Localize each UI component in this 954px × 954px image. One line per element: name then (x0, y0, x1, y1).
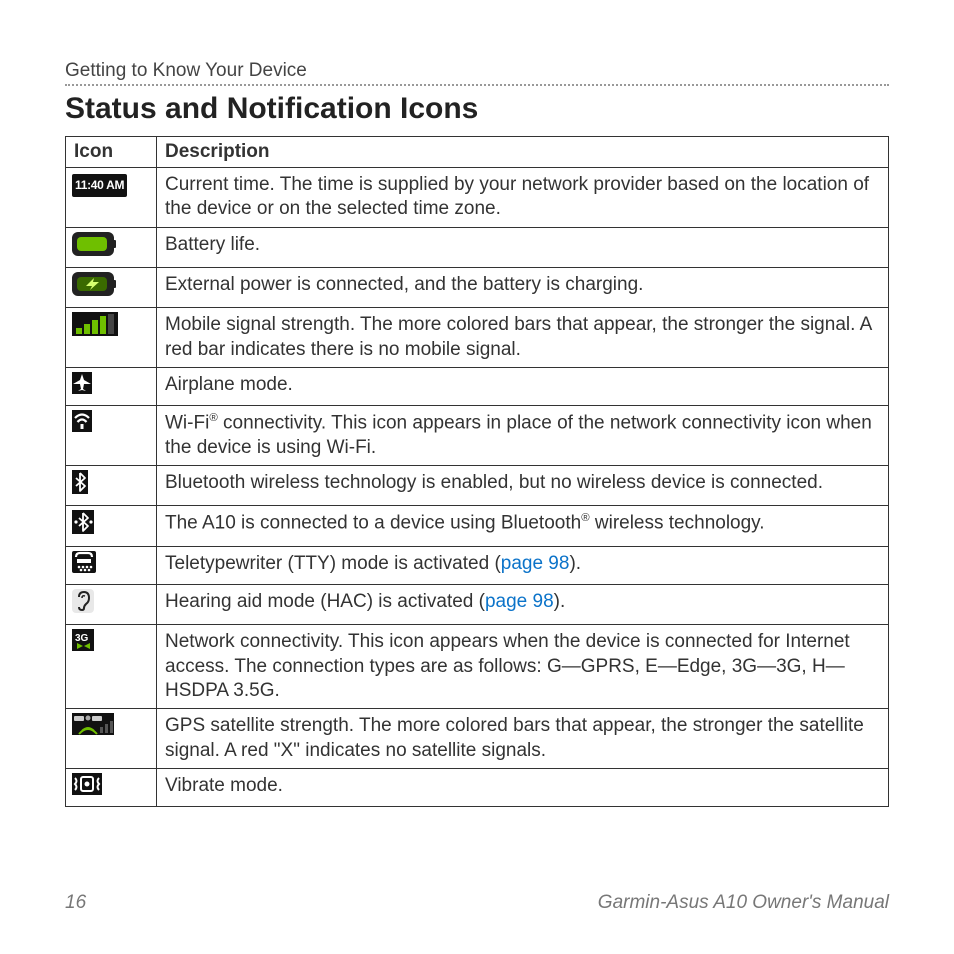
wifi-icon (72, 410, 92, 432)
table-row: 11:40 AM Current time. The time is suppli… (66, 168, 889, 228)
time-icon: 11:40 AM (72, 174, 127, 197)
icon-cell (66, 709, 157, 769)
gps-satellite-icon (72, 713, 114, 735)
divider (65, 84, 889, 86)
icon-cell (66, 546, 157, 584)
manual-page: Getting to Know Your Device Status and N… (0, 0, 954, 954)
icon-cell (66, 768, 157, 806)
description-cell: Teletypewriter (TTY) mode is activated (… (157, 546, 889, 584)
battery-charging-icon (72, 272, 118, 296)
description-cell: Battery life. (157, 227, 889, 267)
table-row: External power is connected, and the bat… (66, 267, 889, 307)
table-row: Mobile signal strength. The more colored… (66, 308, 889, 368)
icon-cell (66, 227, 157, 267)
breadcrumb: Getting to Know Your Device (65, 60, 889, 82)
col-icon: Icon (66, 137, 157, 168)
tty-icon (72, 551, 96, 573)
page-link[interactable]: page 98 (485, 591, 554, 612)
page-link[interactable]: page 98 (501, 553, 570, 574)
description-cell: Hearing aid mode (HAC) is activated (pag… (157, 585, 889, 625)
description-cell: GPS satellite strength. The more colored… (157, 709, 889, 769)
table-row: Airplane mode. (66, 367, 889, 405)
network-3g-icon (72, 629, 94, 651)
desc-text: Hearing aid mode (HAC) is activated ( (165, 591, 485, 612)
description-cell: Bluetooth wireless technology is enabled… (157, 466, 889, 506)
table-row: Teletypewriter (TTY) mode is activated (… (66, 546, 889, 584)
icon-cell: 11:40 AM (66, 168, 157, 228)
signal-bars-icon (72, 312, 118, 336)
description-cell: Current time. The time is supplied by yo… (157, 168, 889, 228)
table-row: GPS satellite strength. The more colored… (66, 709, 889, 769)
col-desc: Description (157, 137, 889, 168)
icon-cell (66, 585, 157, 625)
icon-cell (66, 506, 157, 546)
icon-cell (66, 267, 157, 307)
description-cell: Airplane mode. (157, 367, 889, 405)
manual-title: Garmin-Asus A10 Owner's Manual (598, 892, 889, 914)
icon-cell (66, 625, 157, 709)
description-cell: Wi-Fi® connectivity. This icon appears i… (157, 406, 889, 466)
table-row: Vibrate mode. (66, 768, 889, 806)
description-cell: External power is connected, and the bat… (157, 267, 889, 307)
icon-cell (66, 466, 157, 506)
vibrate-icon (72, 773, 102, 795)
table-row: Battery life. (66, 227, 889, 267)
icon-cell (66, 367, 157, 405)
page-footer: 16 Garmin-Asus A10 Owner's Manual (65, 892, 889, 914)
table-row: The A10 is connected to a device using B… (66, 506, 889, 546)
description-cell: Vibrate mode. (157, 768, 889, 806)
table-row: Network connectivity. This icon appears … (66, 625, 889, 709)
description-cell: Network connectivity. This icon appears … (157, 625, 889, 709)
desc-text: Teletypewriter (TTY) mode is activated ( (165, 553, 501, 574)
table-row: Bluetooth wireless technology is enabled… (66, 466, 889, 506)
page-number: 16 (65, 892, 86, 914)
battery-icon (72, 232, 118, 256)
icon-cell (66, 406, 157, 466)
desc-text: ). (554, 591, 566, 612)
desc-text: ). (569, 553, 581, 574)
icon-table: Icon Description 11:40 AM Current time. T… (65, 136, 889, 807)
icon-cell (66, 308, 157, 368)
bluetooth-connected-icon (72, 510, 94, 534)
airplane-mode-icon (72, 372, 92, 394)
table-row: Wi-Fi® connectivity. This icon appears i… (66, 406, 889, 466)
description-cell: The A10 is connected to a device using B… (157, 506, 889, 546)
table-row: Hearing aid mode (HAC) is activated (pag… (66, 585, 889, 625)
description-cell: Mobile signal strength. The more colored… (157, 308, 889, 368)
hearing-aid-icon (72, 589, 94, 613)
page-title: Status and Notification Icons (65, 92, 889, 126)
bluetooth-icon (72, 470, 88, 494)
